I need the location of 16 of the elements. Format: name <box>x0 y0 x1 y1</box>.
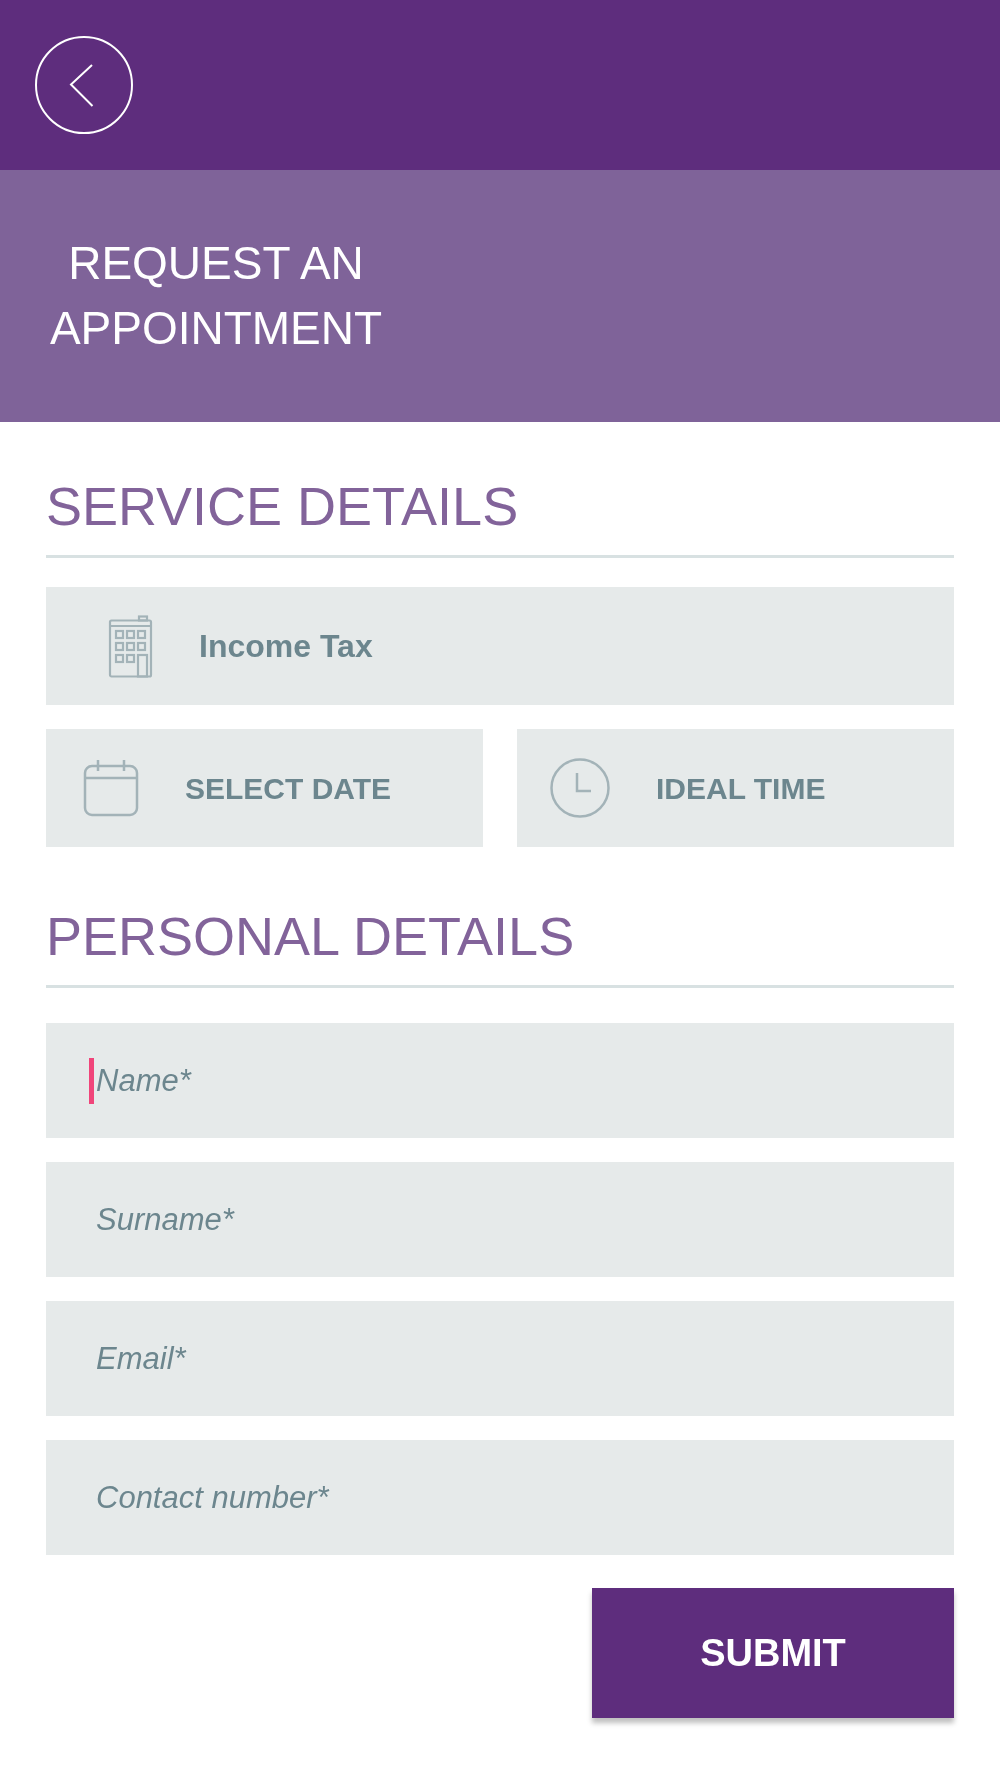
back-button[interactable] <box>35 36 133 134</box>
section-heading: PERSONAL DETAILS <box>46 909 576 963</box>
service-selector[interactable]: Income Tax <box>46 587 954 705</box>
clock-icon <box>550 758 610 818</box>
section-heading: SERVICE DETAILS <box>46 479 520 533</box>
submit-button[interactable]: SUBMIT <box>592 1588 954 1718</box>
building-icon <box>108 614 153 678</box>
surname-field[interactable]: Surname* <box>46 1162 954 1277</box>
phone-field[interactable]: Contact number* <box>46 1440 954 1555</box>
page-title: REQUEST AN APPOINTMENT <box>48 236 384 356</box>
chevron-left-icon <box>68 63 94 107</box>
name-field[interactable]: Name* <box>46 1023 954 1138</box>
email-field[interactable]: Email* <box>46 1301 954 1416</box>
time-picker-button[interactable]: IDEAL TIME <box>517 729 954 847</box>
calendar-icon <box>83 759 139 817</box>
date-picker-button[interactable]: SELECT DATE <box>46 729 483 847</box>
